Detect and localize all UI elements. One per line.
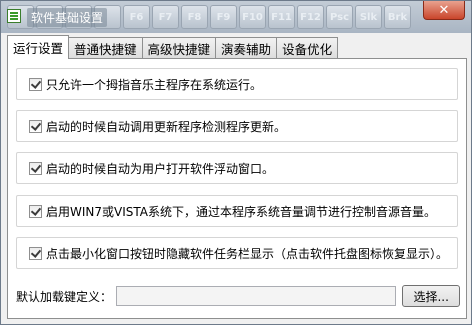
title-bar[interactable]: F6 F7 F8 F9 F10 F11 F12 Psc Slk Brk 软件基础… xyxy=(1,1,471,33)
keyboard-key: F11 xyxy=(268,5,295,29)
hide-taskbar-checkbox[interactable] xyxy=(29,246,42,260)
option-label[interactable]: 只允许一个拇指音乐主程序在系统运行。 xyxy=(46,76,262,93)
option-label[interactable]: 点击最小化窗口按钮时隐藏软件任务栏显示（点击软件托盘图标恢复显示）。 xyxy=(46,245,448,262)
keyboard-key: F10 xyxy=(239,5,266,29)
option-group-floating-window: 启动的时候自动为用户打开软件浮动窗口。 xyxy=(16,152,458,184)
choose-button[interactable]: 选择... xyxy=(402,285,460,307)
app-list-icon xyxy=(7,9,21,23)
keyboard-key: Psc xyxy=(326,5,353,29)
close-button[interactable]: ✕ xyxy=(423,1,465,20)
tab-advanced-hotkeys[interactable]: 高级快捷键 xyxy=(141,37,217,59)
keyboard-key: Slk xyxy=(355,5,382,29)
tab-normal-hotkeys[interactable]: 普通快捷键 xyxy=(68,37,143,59)
floating-window-checkbox[interactable] xyxy=(29,161,42,175)
default-hotkey-row: 默认加载键定义： 选择... xyxy=(16,285,460,307)
keyboard-key: F6 xyxy=(123,5,150,29)
keyboard-key: F12 xyxy=(297,5,324,29)
option-group-single-instance: 只允许一个拇指音乐主程序在系统运行。 xyxy=(16,68,458,100)
default-hotkey-field[interactable] xyxy=(116,286,397,306)
option-group-hide-taskbar: 点击最小化窗口按钮时隐藏软件任务栏显示（点击软件托盘图标恢复显示）。 xyxy=(16,237,458,269)
single-instance-checkbox[interactable] xyxy=(29,77,42,91)
keyboard-key: F9 xyxy=(210,5,237,29)
tab-device-optimization[interactable]: 设备优化 xyxy=(276,37,339,59)
keyboard-key: F7 xyxy=(152,5,179,29)
settings-window: F6 F7 F8 F9 F10 F11 F12 Psc Slk Brk 软件基础… xyxy=(0,0,472,325)
option-label[interactable]: 启用WIN7或VISTA系统下，通过本程序系统音量调节进行控制音源音量。 xyxy=(46,203,436,220)
keyboard-key: Brk xyxy=(384,5,411,29)
tab-panel-run-settings: 只允许一个拇指音乐主程序在系统运行。 启动的时候自动调用更新程序检测程序更新。 … xyxy=(7,58,467,319)
tab-run-settings[interactable]: 运行设置 xyxy=(7,35,70,59)
default-hotkey-label: 默认加载键定义： xyxy=(16,289,113,304)
tab-performance-assist[interactable]: 演奏辅助 xyxy=(215,37,278,59)
system-volume-checkbox[interactable] xyxy=(29,204,42,218)
tab-bar: 运行设置 普通快捷键 高级快捷键 演奏辅助 设备优化 xyxy=(7,35,339,59)
option-label[interactable]: 启动的时候自动为用户打开软件浮动窗口。 xyxy=(46,160,274,177)
option-group-system-volume: 启用WIN7或VISTA系统下，通过本程序系统音量调节进行控制音源音量。 xyxy=(16,195,458,227)
window-title: 软件基础设置 xyxy=(27,8,108,27)
auto-update-checkbox[interactable] xyxy=(29,119,42,133)
keyboard-key: F8 xyxy=(181,5,208,29)
option-group-auto-update: 启动的时候自动调用更新程序检测程序更新。 xyxy=(16,110,458,142)
option-label[interactable]: 启动的时候自动调用更新程序检测程序更新。 xyxy=(46,118,286,135)
